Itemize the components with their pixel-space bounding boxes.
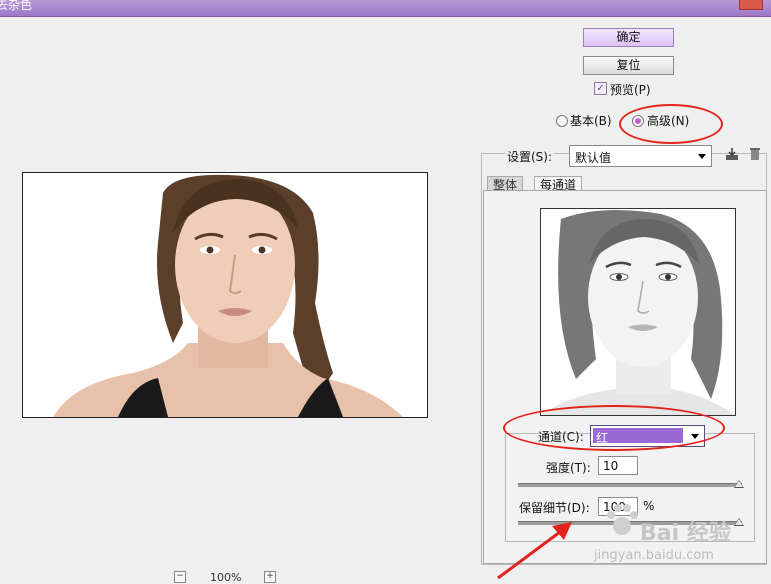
arrow-annotation — [497, 522, 572, 580]
advanced-radio[interactable] — [632, 115, 644, 127]
channel-dropdown[interactable]: 红 — [590, 425, 705, 447]
portrait-photo — [23, 173, 427, 417]
zoom-out-icon[interactable]: − — [174, 571, 186, 583]
channel-value: 红 — [596, 431, 609, 445]
basic-label: 基本(B) — [570, 114, 612, 128]
ok-button[interactable]: 确定 — [583, 28, 674, 47]
title-bar: 去杂色 — [0, 0, 771, 17]
preserve-details-unit: % — [643, 499, 655, 513]
strength-label: 强度(T): — [546, 461, 591, 475]
preview-image[interactable] — [22, 172, 428, 418]
strength-slider-track[interactable] — [518, 483, 742, 487]
advanced-label: 高级(N) — [647, 114, 690, 128]
save-preset-icon[interactable] — [725, 147, 739, 161]
settings-label: 设置(S): — [505, 148, 555, 165]
settings-dropdown[interactable]: 默认值 — [569, 145, 712, 167]
strength-slider-thumb[interactable] — [734, 480, 744, 488]
close-window-button[interactable] — [739, 0, 763, 10]
preview-checkbox[interactable]: ✓ — [594, 82, 607, 95]
preserve-details-input[interactable]: 100 — [598, 497, 638, 516]
zoom-in-icon[interactable]: + — [264, 571, 276, 583]
reset-button[interactable]: 复位 — [583, 56, 674, 75]
window-title: 去杂色 — [0, 0, 33, 12]
channel-label: 通道(C): — [538, 430, 584, 444]
delete-preset-icon[interactable] — [748, 147, 762, 161]
basic-radio[interactable] — [556, 115, 568, 127]
channel-preview-thumbnail — [540, 208, 736, 416]
checkbox-check-icon: ✓ — [596, 83, 605, 94]
strength-input[interactable]: 10 — [598, 456, 638, 475]
grayscale-portrait — [541, 209, 735, 415]
preserve-details-label: 保留细节(D): — [519, 501, 590, 515]
settings-value: 默认值 — [575, 151, 612, 165]
dropdown-arrow-icon — [698, 154, 706, 159]
preview-label: 预览(P) — [610, 83, 651, 97]
preserve-slider-thumb[interactable] — [734, 518, 744, 526]
zoom-level: 100% — [210, 571, 242, 584]
dropdown-arrow-icon — [691, 434, 699, 439]
